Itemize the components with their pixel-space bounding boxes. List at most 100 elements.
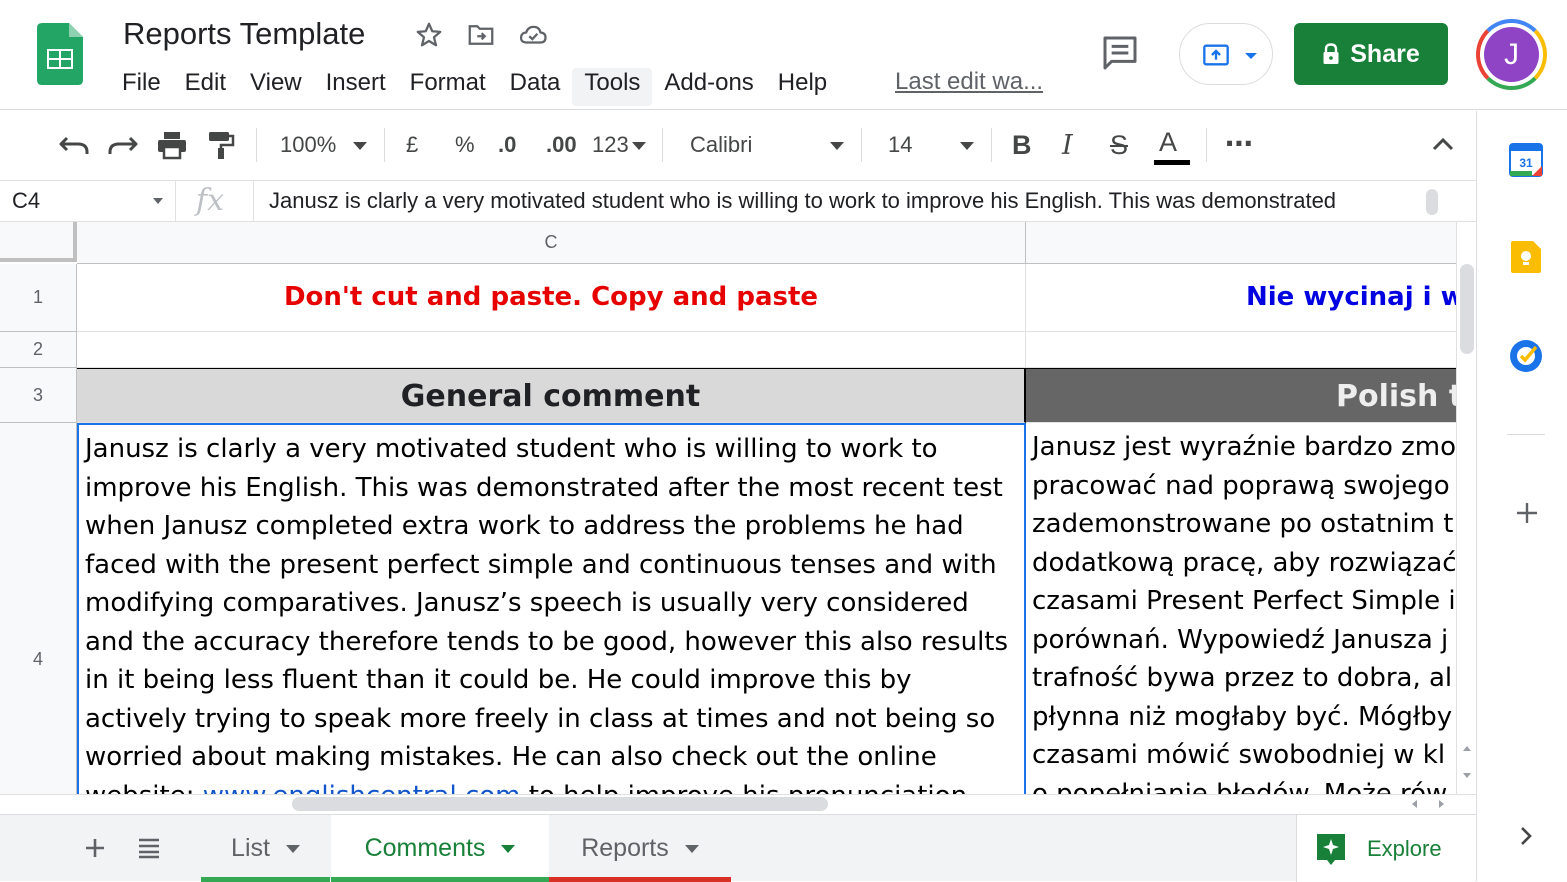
vertical-scroll-thumb[interactable] xyxy=(1460,264,1474,354)
cell-c1[interactable]: Don't cut and paste. Copy and paste xyxy=(77,264,1026,332)
translation-line: zademonstrowane po ostatnim t xyxy=(1032,509,1454,539)
keep-icon[interactable] xyxy=(1510,240,1542,274)
redo-icon[interactable] xyxy=(107,133,139,159)
cell-c3-general-comment[interactable]: General comment xyxy=(77,368,1026,423)
text-color-label: A xyxy=(1159,126,1178,157)
strikethrough-button[interactable]: S xyxy=(1110,125,1128,165)
zoom-select[interactable]: 100% xyxy=(280,125,336,165)
cloud-saved-icon[interactable] xyxy=(518,20,548,50)
sheet-tab-list[interactable]: List xyxy=(201,815,330,882)
toolbar-divider xyxy=(256,128,257,162)
percent-format-button[interactable]: % xyxy=(455,125,475,165)
font-size-value: 14 xyxy=(888,132,913,157)
menu-add-ons[interactable]: Add-ons xyxy=(652,68,765,106)
englishcentral-link[interactable]: www.englishcentral.com xyxy=(203,781,521,795)
increase-decimal-button[interactable]: .00 xyxy=(546,125,577,165)
more-formats-chevron-icon[interactable] xyxy=(632,142,646,150)
tasks-icon[interactable] xyxy=(1509,339,1543,373)
expand-side-panel-icon[interactable] xyxy=(1519,826,1533,846)
font-family-select[interactable]: Calibri xyxy=(690,125,752,165)
explore-label: Explore xyxy=(1367,835,1442,861)
cell-c2[interactable] xyxy=(77,332,1026,368)
cell-d4-polish-translation[interactable]: Janusz jest wyraźnie bardzo zmo pracować… xyxy=(1026,423,1466,794)
sheet-tab-label: Comments xyxy=(364,834,486,862)
menu-help[interactable]: Help xyxy=(766,68,839,106)
last-edit-link[interactable]: Last edit wa... xyxy=(895,68,1043,96)
text-color-swatch xyxy=(1154,160,1190,165)
comment-text: website: xyxy=(85,781,203,795)
sheet-tab-color-list xyxy=(201,877,330,882)
column-header-d[interactable] xyxy=(1026,222,1466,264)
menu-bar: File Edit View Insert Format Data Tools … xyxy=(110,68,839,106)
side-panel-divider xyxy=(1507,434,1545,435)
row-header-4[interactable]: 4 xyxy=(0,423,77,794)
bold-button[interactable]: B xyxy=(1012,125,1032,165)
row-header-3[interactable]: 3 xyxy=(0,368,77,423)
text-color-button[interactable]: A xyxy=(1159,122,1177,162)
star-icon[interactable] xyxy=(414,20,444,50)
column-header-c[interactable]: C xyxy=(77,222,1026,264)
menu-data[interactable]: Data xyxy=(498,68,573,106)
menu-insert[interactable]: Insert xyxy=(314,68,398,106)
translation-line: o popełnianie błędów. Może rów xyxy=(1032,778,1448,795)
document-title[interactable]: Reports Template xyxy=(123,16,365,52)
cell-c4-selected[interactable]: Janusz is clarly a very motivated studen… xyxy=(77,423,1026,794)
font-size-select[interactable]: 14 xyxy=(888,125,912,165)
cell-d1[interactable]: Nie wycinaj i wk xyxy=(1026,264,1466,332)
decrease-decimal-button[interactable]: .0 xyxy=(498,125,516,165)
font-chevron-icon[interactable] xyxy=(830,142,844,150)
chevron-down-icon xyxy=(1245,53,1257,59)
menu-edit[interactable]: Edit xyxy=(173,68,238,106)
translation-line: trafność bywa przez to dobra, al xyxy=(1032,663,1453,693)
scroll-up-icon[interactable] xyxy=(1461,742,1473,754)
menu-view[interactable]: View xyxy=(238,68,314,106)
present-button[interactable] xyxy=(1179,23,1273,85)
sheets-logo-icon[interactable] xyxy=(37,23,83,85)
share-button[interactable]: Share xyxy=(1294,23,1448,85)
move-folder-icon[interactable] xyxy=(466,20,496,50)
horizontal-scroll-thumb[interactable] xyxy=(292,797,828,811)
translation-line: czasami Present Perfect Simple i xyxy=(1032,586,1456,616)
cell-d3-polish-header[interactable]: Polish tr xyxy=(1026,368,1466,423)
name-box-chevron-icon xyxy=(153,198,163,204)
italic-button[interactable]: I xyxy=(1062,125,1073,165)
all-sheets-icon[interactable] xyxy=(137,837,161,859)
translation-line: pracować nad poprawą swojego xyxy=(1032,470,1450,501)
sheet-tab-comments[interactable]: Comments xyxy=(331,815,549,882)
bold-label: B xyxy=(1012,129,1032,160)
menu-file[interactable]: File xyxy=(110,68,173,106)
row-header-2[interactable]: 2 xyxy=(0,332,77,368)
vertical-scrollbar[interactable] xyxy=(1456,222,1476,794)
more-tools-button[interactable]: ⋯ xyxy=(1225,123,1253,163)
add-sheet-icon[interactable] xyxy=(84,837,106,859)
scroll-left-icon[interactable] xyxy=(1408,798,1420,810)
explore-button[interactable]: Explore xyxy=(1296,815,1476,882)
name-box[interactable]: C4 xyxy=(0,181,176,221)
comment-history-icon[interactable] xyxy=(1100,33,1140,73)
currency-format-button[interactable]: £ xyxy=(406,125,418,165)
more-formats-button[interactable]: 123 xyxy=(592,125,629,165)
zoom-chevron-icon[interactable] xyxy=(353,142,367,150)
chevron-down-icon xyxy=(501,844,516,853)
horizontal-scrollbar[interactable] xyxy=(0,794,1476,814)
add-icon[interactable] xyxy=(1516,502,1538,524)
collapse-toolbar-icon[interactable] xyxy=(1432,137,1454,151)
menu-tools[interactable]: Tools xyxy=(572,68,653,106)
row-header-1[interactable]: 1 xyxy=(0,264,77,332)
account-avatar[interactable]: J xyxy=(1476,19,1547,90)
undo-icon[interactable] xyxy=(58,133,90,159)
paint-format-icon[interactable] xyxy=(207,130,235,160)
calendar-icon[interactable]: 31 xyxy=(1509,143,1543,177)
formula-input[interactable]: Janusz is clarly a very motivated studen… xyxy=(253,181,1393,221)
select-all-corner[interactable] xyxy=(0,222,77,262)
cell-d2[interactable] xyxy=(1026,332,1466,368)
comment-line: faced with the present perfect simple an… xyxy=(85,549,997,580)
font-size-chevron-icon[interactable] xyxy=(960,142,974,150)
scroll-down-icon[interactable] xyxy=(1461,770,1473,782)
formula-expand-handle[interactable] xyxy=(1426,189,1438,215)
toolbar-divider xyxy=(1206,128,1207,162)
print-icon[interactable] xyxy=(156,130,188,160)
sheet-tab-reports[interactable]: Reports xyxy=(549,815,731,882)
menu-format[interactable]: Format xyxy=(398,68,498,106)
scroll-right-icon[interactable] xyxy=(1436,798,1448,810)
